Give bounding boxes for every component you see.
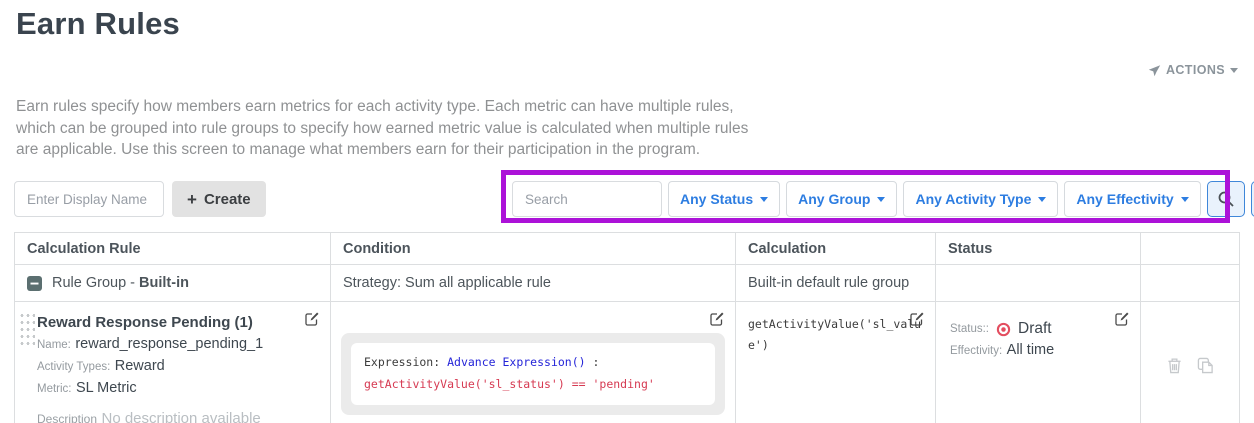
rule-name-value: reward_response_pending_1: [75, 336, 263, 352]
rule-cell-actions: [1141, 302, 1239, 423]
chevron-down-icon: [1038, 197, 1046, 202]
rule-description-value: No description available: [101, 410, 260, 423]
rule-activity-types-label: Activity Types:: [37, 361, 110, 373]
rule-cell-status: Status:: Draft Effectivity: All time: [936, 302, 1141, 423]
actions-menu[interactable]: ACTIONS: [1148, 63, 1238, 77]
edit-icon: [709, 311, 725, 327]
expression-separator: :: [586, 355, 600, 369]
group-name-prefix: Rule Group -: [52, 275, 139, 291]
expression-code: getActivityValue('sl_status') == 'pendin…: [364, 377, 655, 391]
paper-plane-icon: [1148, 64, 1161, 77]
duplicate-icon[interactable]: [1197, 357, 1214, 374]
table-header-row: Calculation Rule Condition Calculation S…: [15, 233, 1239, 265]
group-actions-cell: [1141, 265, 1239, 301]
condition-expression-box: Expression: Advance Expression() : getAc…: [341, 333, 725, 415]
filter-any-activity-type-label: Any Activity Type: [915, 191, 1031, 207]
rule-title: Reward Response Pending (1): [37, 314, 318, 331]
rule-cell-calculation: getActivityValue('sl_value'): [736, 302, 936, 423]
earn-rules-table: Calculation Rule Condition Calculation S…: [14, 232, 1240, 423]
edit-condition-button[interactable]: [709, 311, 725, 327]
column-header-condition: Condition: [331, 233, 736, 264]
clear-search-button[interactable]: ✖: [1251, 181, 1254, 217]
filter-any-effectivity[interactable]: Any Effectivity: [1064, 181, 1200, 217]
edit-icon: [909, 311, 925, 327]
group-name-bold: Built-in: [139, 275, 189, 291]
edit-icon: [304, 311, 320, 327]
chevron-down-icon: [1230, 68, 1238, 73]
page-title: Earn Rules: [16, 6, 180, 42]
edit-icon: [1114, 311, 1130, 327]
filter-bar: Any Status Any Group Any Activity Type A…: [512, 181, 1254, 217]
rule-row: Reward Response Pending (1) Name: reward…: [15, 302, 1239, 423]
edit-status-button[interactable]: [1114, 311, 1130, 327]
group-strategy: Strategy: Sum all applicable rule: [331, 265, 736, 301]
status-label: Status::: [950, 323, 989, 335]
search-icon: [1217, 190, 1235, 208]
expression-label: Expression:: [364, 355, 447, 369]
column-header-calculation-rule: Calculation Rule: [15, 233, 331, 264]
effectivity-label: Effectivity:: [950, 345, 1002, 357]
search-input[interactable]: [512, 181, 662, 217]
earn-rules-page: Earn Rules ACTIONS Earn rules specify ho…: [0, 0, 1254, 423]
filter-any-effectivity-label: Any Effectivity: [1076, 191, 1173, 207]
column-header-actions: [1141, 233, 1239, 264]
filter-any-activity-type[interactable]: Any Activity Type: [903, 181, 1058, 217]
rule-metric-value: SL Metric: [76, 380, 137, 396]
filter-any-group[interactable]: Any Group: [786, 181, 897, 217]
create-button-label: Create: [204, 191, 251, 208]
edit-calculation-button[interactable]: [909, 311, 925, 327]
filter-any-status[interactable]: Any Status: [668, 181, 780, 217]
rule-cell-condition: Expression: Advance Expression() : getAc…: [331, 302, 736, 423]
delete-icon[interactable]: [1167, 357, 1182, 374]
chevron-down-icon: [877, 197, 885, 202]
column-header-calculation: Calculation: [736, 233, 936, 264]
effectivity-value: All time: [1007, 342, 1055, 358]
group-name: Rule Group - Built-in: [52, 275, 189, 291]
status-value: Draft: [1018, 320, 1052, 338]
filter-any-status-label: Any Status: [680, 191, 753, 207]
filter-any-group-label: Any Group: [798, 191, 870, 207]
expression-keyword: Advance Expression(): [447, 355, 585, 369]
drag-handle[interactable]: [19, 312, 35, 348]
chevron-down-icon: [1181, 197, 1189, 202]
group-calculation: Built-in default rule group: [736, 265, 936, 301]
rule-name-label: Name:: [37, 339, 71, 351]
rule-activity-types-value: Reward: [115, 358, 165, 374]
page-description: Earn rules specify how members earn metr…: [16, 96, 750, 161]
rule-group-row: Rule Group - Built-in Strategy: Sum all …: [15, 265, 1239, 302]
create-button[interactable]: + Create: [172, 181, 266, 217]
display-name-input[interactable]: [14, 181, 164, 217]
search-button[interactable]: [1207, 181, 1245, 217]
column-header-status: Status: [936, 233, 1141, 264]
calculation-code: getActivityValue('sl_value'): [748, 314, 936, 355]
rule-description-label: Description: [37, 412, 97, 423]
draft-status-icon: [996, 322, 1011, 337]
rule-metric-label: Metric:: [37, 383, 72, 395]
collapse-group-icon[interactable]: [27, 276, 42, 291]
chevron-down-icon: [760, 197, 768, 202]
group-status-cell: [936, 265, 1141, 301]
rule-cell-main: Reward Response Pending (1) Name: reward…: [15, 302, 331, 423]
plus-icon: +: [187, 191, 197, 208]
actions-menu-label: ACTIONS: [1166, 63, 1225, 77]
edit-rule-button[interactable]: [304, 311, 320, 327]
